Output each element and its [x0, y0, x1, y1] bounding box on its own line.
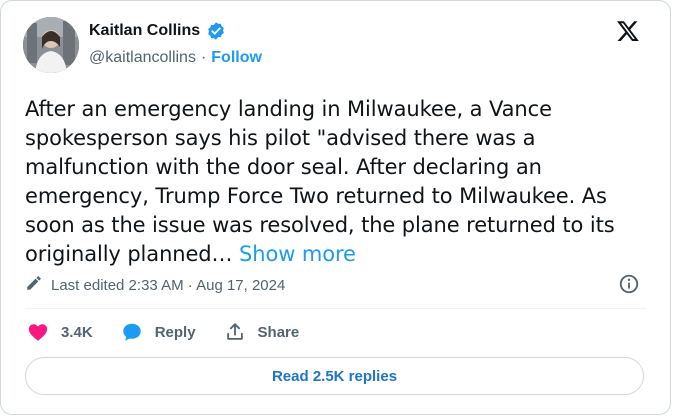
- share-upload-icon: [226, 323, 243, 340]
- read-replies-button[interactable]: Read 2.5K replies: [25, 357, 644, 395]
- share-button[interactable]: Share: [224, 321, 300, 343]
- handle-separator: ·: [200, 49, 207, 66]
- edited-text: Last edited 2:33 AM · Aug 17, 2024: [51, 276, 286, 294]
- share-label: Share: [257, 323, 300, 341]
- like-count: 3.4K: [61, 323, 93, 341]
- tweet-text: After an emergency landing in Milwaukee,…: [25, 95, 655, 269]
- like-button[interactable]: 3.4K: [27, 321, 93, 343]
- edit-pencil-icon: [25, 274, 43, 296]
- follow-button[interactable]: Follow: [211, 49, 262, 67]
- verified-badge-icon: [206, 21, 226, 41]
- avatar[interactable]: [23, 17, 79, 73]
- divider: [25, 308, 646, 309]
- heart-icon: [28, 324, 48, 341]
- tweet-card: Kaitlan Collins @kaitlancollins · Follow…: [0, 0, 671, 415]
- x-logo-icon[interactable]: [616, 19, 640, 43]
- author-name[interactable]: Kaitlan Collins: [89, 22, 200, 40]
- show-more-link[interactable]: Show more: [239, 242, 356, 266]
- reply-bubble-icon: [122, 323, 141, 341]
- read-replies-label: Read 2.5K replies: [271, 367, 398, 385]
- reply-button[interactable]: Reply: [121, 321, 196, 343]
- reply-label: Reply: [154, 323, 196, 341]
- edit-timestamp[interactable]: Last edited 2:33 AM · Aug 17, 2024: [25, 274, 285, 296]
- info-icon[interactable]: [618, 273, 640, 295]
- tweet-body: After an emergency landing in Milwaukee,…: [25, 97, 615, 266]
- author-handle[interactable]: @kaitlancollins: [89, 49, 196, 67]
